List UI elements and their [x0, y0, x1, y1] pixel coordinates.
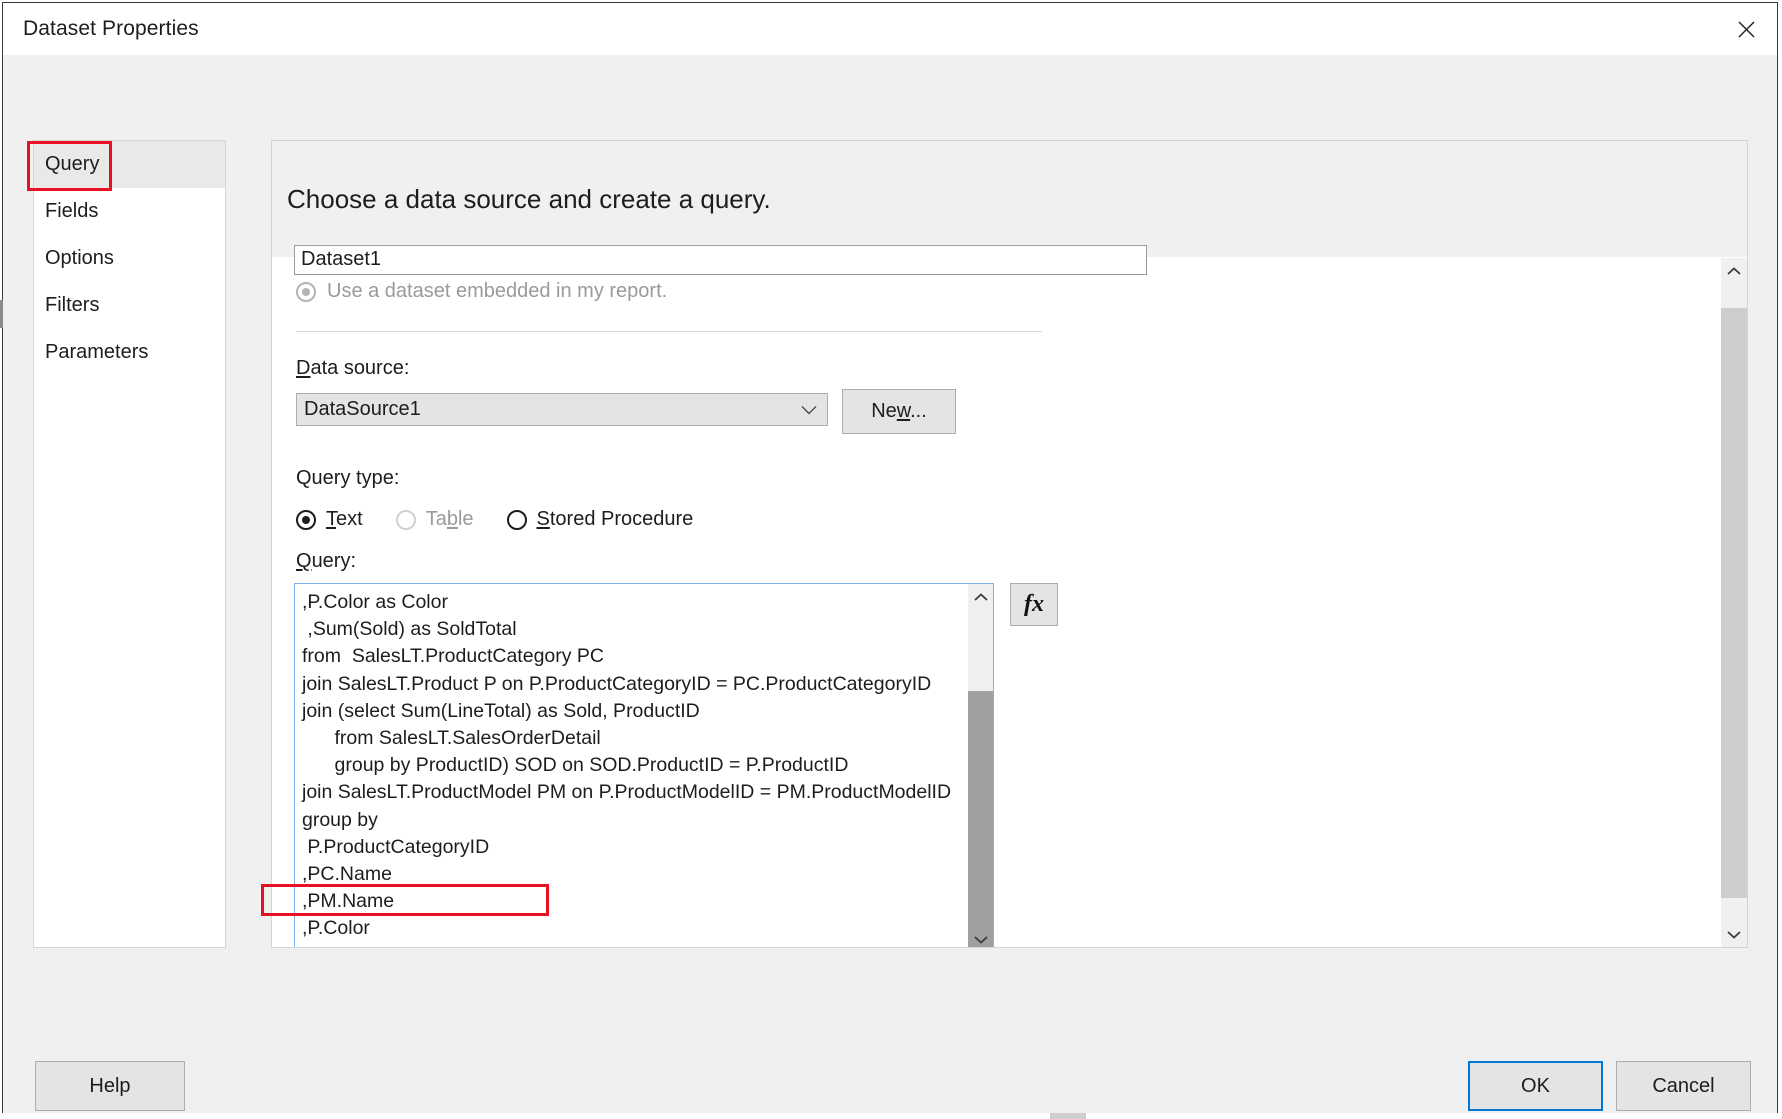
query-type-stored-procedure-radio[interactable] — [507, 510, 527, 530]
sidebar-item-fields[interactable]: Fields — [34, 188, 225, 235]
query-type-text-option[interactable]: Text — [296, 508, 363, 531]
pane-vertical-scrollbar[interactable] — [1721, 258, 1747, 947]
query-type-table-label: Table — [426, 508, 474, 531]
bottom-strip-tick — [1050, 1113, 1086, 1119]
new-data-source-button[interactable]: New... — [842, 389, 956, 434]
pane-scroll-area: Dataset1 Use a dataset embedded in my re… — [272, 258, 1747, 947]
query-label: Query: — [296, 550, 356, 573]
chevron-down-icon[interactable] — [968, 926, 993, 948]
expression-button[interactable]: fx — [1010, 583, 1058, 626]
sidebar-item-options[interactable]: Options — [34, 235, 225, 282]
query-type-table-radio[interactable] — [396, 510, 416, 530]
query-editor-scrollbar[interactable] — [967, 584, 993, 948]
bottom-strip — [0, 1113, 1782, 1119]
chevron-up-icon[interactable] — [968, 584, 993, 610]
section-divider — [296, 331, 1042, 332]
data-source-value: DataSource1 — [304, 398, 421, 421]
query-text-content[interactable]: ,P.Color as Color ,Sum(Sold) as SoldTota… — [302, 589, 961, 948]
sidebar-item-label: Options — [45, 247, 114, 270]
query-type-label: Query type: — [296, 467, 399, 490]
sidebar-item-query[interactable]: Query — [34, 141, 225, 188]
query-pane: Choose a data source and create a query.… — [271, 140, 1748, 948]
sidebar-item-label: Parameters — [45, 341, 148, 364]
ok-button[interactable]: OK — [1468, 1061, 1603, 1111]
cancel-button[interactable]: Cancel — [1616, 1061, 1751, 1111]
query-text-editor[interactable]: ,P.Color as Color ,Sum(Sold) as SoldTota… — [294, 583, 994, 948]
query-type-radio-group: Text Table Stored Procedure — [296, 508, 726, 531]
category-list: Query Fields Options Filters Parameters — [33, 140, 226, 948]
sidebar-item-label: Fields — [45, 200, 98, 223]
pane-header: Choose a data source and create a query. — [272, 141, 1747, 257]
data-source-combobox[interactable]: DataSource1 — [296, 393, 828, 426]
sidebar-item-filters[interactable]: Filters — [34, 282, 225, 329]
dataset-properties-dialog: Dataset Properties Query Fields Options … — [2, 2, 1778, 1115]
data-source-label: Data source: — [296, 357, 409, 380]
embedded-dataset-label: Use a dataset embedded in my report. — [327, 280, 667, 303]
close-icon[interactable] — [1715, 3, 1777, 55]
window-title: Dataset Properties — [23, 17, 199, 41]
query-scrollbar-thumb[interactable] — [968, 691, 994, 948]
query-type-table-option[interactable]: Table — [396, 508, 474, 531]
dialog-body: Query Fields Options Filters Parameters … — [3, 55, 1777, 1114]
title-bar: Dataset Properties — [3, 3, 1777, 55]
query-type-stored-procedure-label: Stored Procedure — [537, 508, 694, 531]
embedded-dataset-option[interactable]: Use a dataset embedded in my report. — [296, 280, 667, 303]
page-title: Choose a data source and create a query. — [287, 184, 771, 215]
chevron-down-icon — [801, 398, 817, 421]
query-type-text-radio[interactable] — [296, 510, 316, 530]
sidebar-item-label: Filters — [45, 294, 99, 317]
sidebar-item-parameters[interactable]: Parameters — [34, 329, 225, 376]
chevron-down-icon[interactable] — [1721, 921, 1747, 947]
sidebar-item-label: Query — [45, 153, 99, 176]
embedded-dataset-radio[interactable] — [296, 282, 316, 302]
help-button[interactable]: Help — [35, 1061, 185, 1111]
dataset-name-input[interactable]: Dataset1 — [294, 245, 1147, 275]
new-data-source-label: New... — [871, 400, 927, 423]
chevron-up-icon[interactable] — [1721, 258, 1747, 284]
query-type-text-label: Text — [326, 508, 363, 531]
pane-scrollbar-thumb[interactable] — [1721, 308, 1747, 898]
window-edge-marker — [0, 300, 3, 328]
query-type-stored-procedure-option[interactable]: Stored Procedure — [507, 508, 694, 531]
